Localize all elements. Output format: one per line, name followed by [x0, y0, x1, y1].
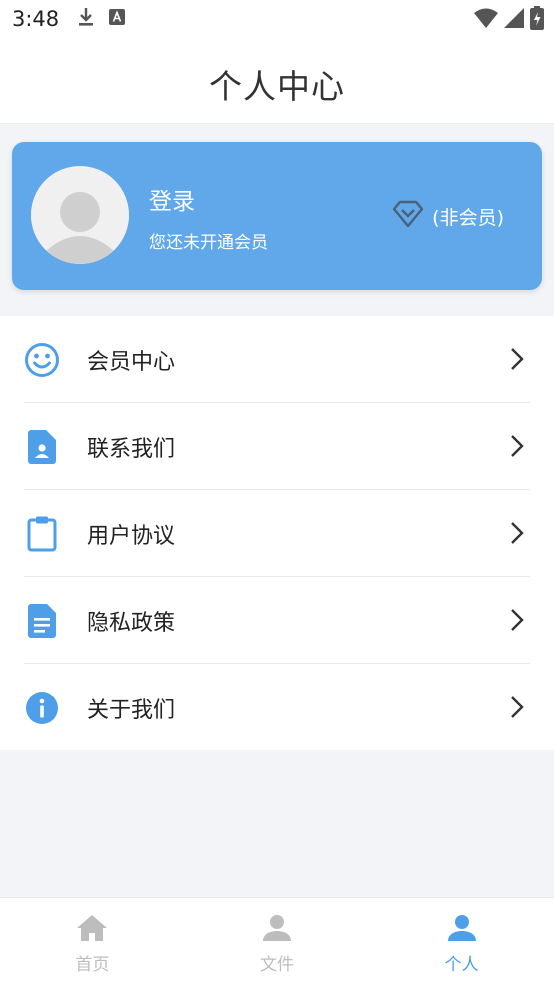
status-time: 3:48: [12, 7, 60, 31]
bottom-tab-bar: 首页 文件 个人: [0, 897, 554, 984]
app-a-icon: [109, 9, 126, 29]
profile-card[interactable]: 登录 您还未开通会员 (非会员): [12, 142, 542, 290]
person-icon: [263, 914, 291, 946]
page-title: 个人中心: [209, 67, 345, 106]
menu-item-privacy-policy[interactable]: 隐私政策: [24, 577, 530, 664]
signal-icon: [504, 8, 524, 32]
membership-hint: 您还未开通会员: [149, 233, 268, 253]
info-icon: [24, 690, 60, 726]
battery-icon: [530, 6, 544, 34]
status-bar: 3:48: [0, 0, 554, 38]
clipboard-icon: [24, 516, 60, 552]
menu-item-user-agreement[interactable]: 用户协议: [24, 490, 530, 577]
menu-item-member-center[interactable]: 会员中心: [24, 316, 530, 403]
menu-list: 会员中心 联系我们 用户协议 隐私政策 关于我们: [0, 316, 554, 750]
download-icon: [77, 7, 95, 31]
member-status-label: (非会员): [432, 207, 504, 229]
login-link[interactable]: 登录: [149, 182, 195, 216]
tab-profile[interactable]: 个人: [369, 898, 554, 984]
home-icon: [76, 914, 108, 946]
menu-item-label: 隐私政策: [87, 610, 176, 636]
menu-item-about-us[interactable]: 关于我们: [24, 664, 530, 751]
member-status[interactable]: (非会员): [392, 200, 504, 233]
tab-label: 文件: [260, 955, 294, 975]
top-header: 3:48 个人中心: [0, 0, 554, 124]
tab-files[interactable]: 文件: [185, 898, 370, 984]
avatar[interactable]: [31, 166, 129, 264]
default-avatar-icon: [31, 166, 129, 264]
chevron-right-icon: [511, 435, 524, 457]
menu-item-label: 联系我们: [87, 436, 176, 462]
tab-label: 首页: [75, 955, 110, 975]
person-icon: [447, 914, 476, 946]
diamond-icon: [392, 200, 424, 233]
chevron-right-icon: [511, 696, 524, 718]
tab-label: 个人: [444, 955, 479, 975]
chevron-right-icon: [511, 522, 524, 544]
tab-home[interactable]: 首页: [0, 898, 185, 984]
menu-item-label: 关于我们: [87, 697, 176, 723]
chevron-right-icon: [511, 609, 524, 631]
contact-card-icon: [24, 429, 60, 465]
smiley-icon: [24, 342, 60, 378]
menu-item-label: 用户协议: [87, 523, 176, 549]
menu-item-contact-us[interactable]: 联系我们: [24, 403, 530, 490]
chevron-right-icon: [511, 348, 524, 370]
document-icon: [24, 603, 60, 639]
menu-item-label: 会员中心: [87, 349, 176, 375]
wifi-icon: [474, 8, 498, 32]
